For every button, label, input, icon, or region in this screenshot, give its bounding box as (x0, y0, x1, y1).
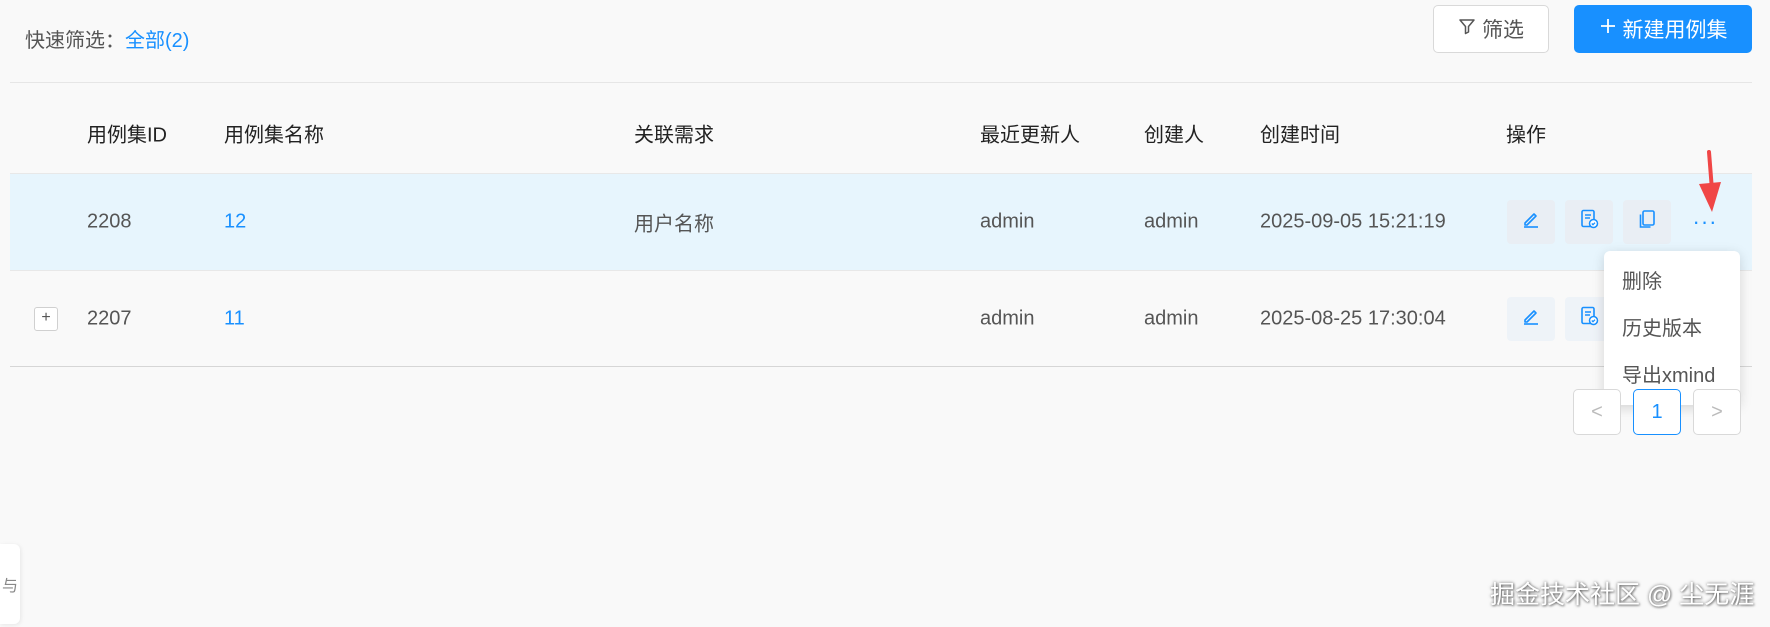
quick-filter-label: 快速筛选： (25, 30, 125, 52)
menu-item-history[interactable]: 历史版本 (1604, 306, 1740, 353)
document-check-icon (1578, 208, 1600, 236)
header-requirement: 关联需求 (634, 124, 714, 147)
header-creator: 创建人 (1144, 124, 1204, 147)
watermark: 掘金技术社区 @ 尘无涯 (1490, 581, 1755, 609)
row-updater: admin (980, 307, 1035, 329)
row-created-at: 2025-09-05 15:21:19 (1260, 210, 1446, 233)
row-name-link[interactable]: 11 (224, 307, 245, 330)
more-actions-menu: 删除 历史版本 导出xmind (1604, 251, 1740, 405)
row-name-link[interactable]: 12 (224, 211, 246, 234)
edit-icon (1520, 305, 1542, 333)
document-check-icon (1578, 305, 1600, 333)
new-case-set-button[interactable]: 新建用例集 (1574, 5, 1752, 53)
case-set-table: 用例集ID 用例集名称 关联需求 最近更新人 创建人 创建时间 操作 2208 … (10, 93, 1752, 367)
expand-row-button[interactable]: + (34, 306, 58, 331)
red-arrow-annotation (1693, 150, 1727, 221)
prev-page-button[interactable]: < (1573, 389, 1621, 435)
row-requirement: 用户名称 (634, 213, 714, 236)
row-ops (1507, 296, 1613, 341)
new-case-set-label: 新建用例集 (1622, 19, 1728, 42)
header-ops: 操作 (1506, 124, 1546, 147)
edit-button[interactable] (1507, 200, 1555, 244)
header-created-at: 创建时间 (1260, 124, 1340, 147)
plus-icon (1599, 17, 1617, 41)
header-name: 用例集名称 (224, 124, 324, 147)
table-row[interactable]: + 2207 11 admin admin 2025-08-25 17:30:0… (10, 270, 1752, 367)
toolbar: 快速筛选： 全部(2) 筛选 新建用例集 (0, 0, 1770, 82)
row-created-at: 2025-08-25 17:30:04 (1260, 307, 1446, 329)
quick-filter: 快速筛选： 全部(2) (25, 24, 189, 53)
execute-button[interactable] (1565, 200, 1613, 244)
quick-filter-all-link[interactable]: 全部(2) (125, 24, 189, 53)
header-updater: 最近更新人 (980, 124, 1080, 147)
divider (10, 82, 1752, 83)
next-page-button[interactable]: > (1693, 389, 1741, 435)
edit-icon (1520, 208, 1542, 236)
pagination: < 1 > (1573, 389, 1741, 435)
row-creator: admin (1144, 307, 1199, 329)
row-id: 2208 (87, 210, 132, 233)
table-header: 用例集ID 用例集名称 关联需求 最近更新人 创建人 创建时间 操作 (10, 93, 1752, 173)
row-creator: admin (1144, 210, 1199, 233)
row-id: 2207 (87, 307, 132, 329)
side-tab[interactable]: 与 (0, 544, 20, 624)
filter-button[interactable]: 筛选 (1433, 5, 1549, 53)
header-id: 用例集ID (87, 124, 167, 147)
menu-item-delete[interactable]: 删除 (1604, 259, 1740, 306)
copy-icon (1636, 208, 1658, 236)
funnel-icon (1458, 17, 1476, 41)
table-row[interactable]: 2208 12 用户名称 admin admin 2025-09-05 15:2… (10, 173, 1752, 270)
copy-button[interactable] (1623, 200, 1671, 244)
filter-button-label: 筛选 (1482, 19, 1524, 42)
page-1-button[interactable]: 1 (1633, 389, 1681, 435)
edit-button[interactable] (1507, 296, 1555, 341)
row-updater: admin (980, 210, 1035, 233)
